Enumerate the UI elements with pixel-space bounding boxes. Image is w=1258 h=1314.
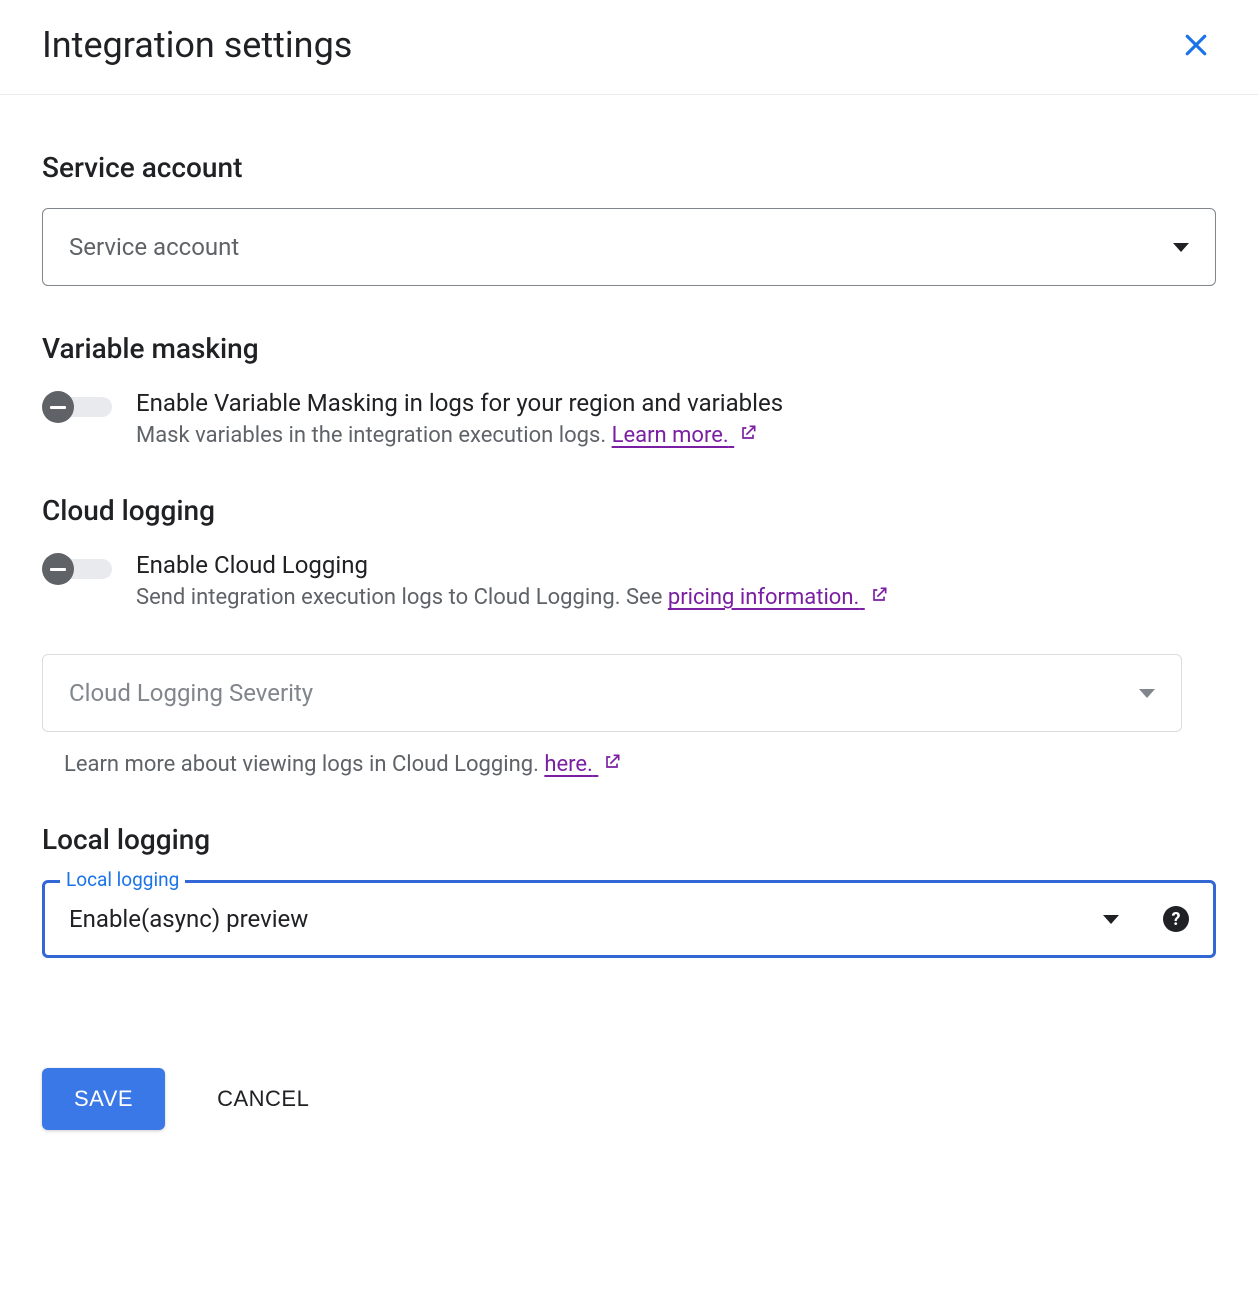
close-icon	[1181, 30, 1211, 60]
variable-masking-toggle[interactable]	[42, 391, 114, 423]
close-button[interactable]	[1176, 25, 1216, 65]
cloud-logging-helper-text: Learn more about viewing logs in Cloud L…	[64, 752, 544, 777]
pricing-information-link[interactable]: pricing information.	[668, 585, 889, 610]
variable-masking-section: Variable masking Enable Variable Masking…	[42, 332, 1216, 448]
dialog-title: Integration settings	[42, 24, 352, 66]
pricing-link-text: pricing information.	[668, 585, 859, 610]
caret-down-icon	[1103, 915, 1119, 924]
cloud-logging-toggle[interactable]	[42, 553, 114, 585]
variable-masking-title: Variable masking	[42, 332, 1216, 365]
service-account-title: Service account	[42, 151, 1216, 184]
save-button[interactable]: SAVE	[42, 1068, 165, 1130]
local-logging-field-wrapper: Local logging Enable(async) preview ?	[42, 880, 1216, 958]
cloud-logging-severity-placeholder: Cloud Logging Severity	[69, 679, 313, 707]
cloud-logging-label: Enable Cloud Logging	[136, 551, 1216, 579]
minus-icon	[50, 568, 66, 571]
local-logging-value: Enable(async) preview	[69, 905, 308, 933]
toggle-thumb	[42, 391, 74, 423]
variable-masking-label: Enable Variable Masking in logs for your…	[136, 389, 1216, 417]
variable-masking-learn-more-link[interactable]: Learn more.	[612, 423, 759, 448]
local-logging-select[interactable]: Enable(async) preview ?	[42, 880, 1216, 958]
dialog-content: Service account Service account Variable…	[0, 95, 1258, 1170]
help-icon[interactable]: ?	[1163, 906, 1189, 932]
learn-more-text: Learn more.	[612, 423, 729, 448]
service-account-select[interactable]: Service account	[42, 208, 1216, 286]
external-link-icon	[738, 423, 758, 443]
cloud-logging-section: Cloud logging Enable Cloud Logging Send …	[42, 494, 1216, 777]
here-link-text: here.	[544, 752, 593, 777]
local-logging-section: Local logging Local logging Enable(async…	[42, 823, 1216, 958]
service-account-section: Service account Service account	[42, 151, 1216, 286]
dialog-header: Integration settings	[0, 0, 1258, 95]
caret-down-icon	[1173, 243, 1189, 252]
local-logging-field-label: Local logging	[60, 868, 185, 891]
variable-masking-row: Enable Variable Masking in logs for your…	[42, 389, 1216, 448]
service-account-placeholder: Service account	[69, 233, 239, 261]
minus-icon	[50, 406, 66, 409]
external-link-icon	[602, 752, 622, 772]
variable-masking-desc-text: Mask variables in the integration execut…	[136, 423, 612, 448]
cloud-logging-desc-text: Send integration execution logs to Cloud…	[136, 585, 668, 610]
caret-down-icon	[1139, 689, 1155, 698]
cloud-logging-here-link[interactable]: here.	[544, 752, 622, 777]
cloud-logging-severity-block: Cloud Logging Severity Learn more about …	[42, 654, 1216, 777]
cloud-logging-title: Cloud logging	[42, 494, 1216, 527]
cloud-logging-severity-select[interactable]: Cloud Logging Severity	[42, 654, 1182, 732]
toggle-thumb	[42, 553, 74, 585]
external-link-icon	[869, 585, 889, 605]
local-logging-title: Local logging	[42, 823, 1216, 856]
cloud-logging-row: Enable Cloud Logging Send integration ex…	[42, 551, 1216, 610]
variable-masking-content: Enable Variable Masking in logs for your…	[136, 389, 1216, 448]
cloud-logging-content: Enable Cloud Logging Send integration ex…	[136, 551, 1216, 610]
variable-masking-desc: Mask variables in the integration execut…	[136, 423, 1216, 448]
cloud-logging-desc: Send integration execution logs to Cloud…	[136, 585, 1216, 610]
cancel-button[interactable]: CANCEL	[217, 1086, 309, 1112]
local-logging-right: ?	[1103, 906, 1189, 932]
dialog-actions: SAVE CANCEL	[42, 1068, 1216, 1130]
cloud-logging-helper: Learn more about viewing logs in Cloud L…	[42, 752, 1216, 777]
